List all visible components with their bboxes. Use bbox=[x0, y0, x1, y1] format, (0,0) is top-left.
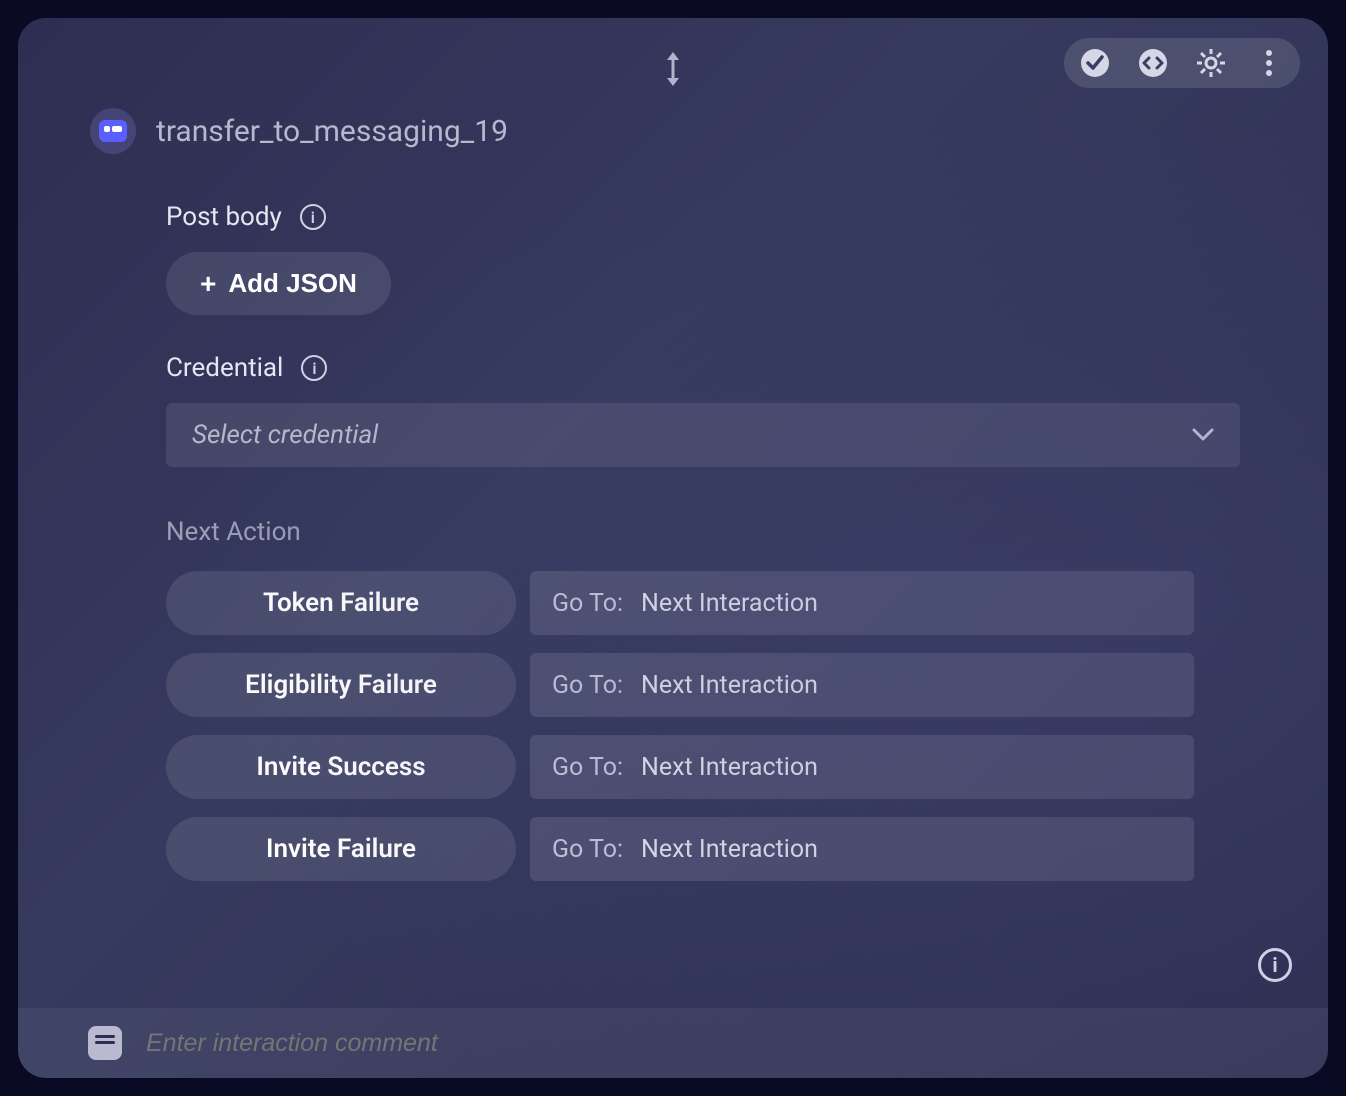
action-row: Invite Failure Go To: Next Interaction bbox=[166, 817, 1288, 881]
credential-select[interactable]: Select credential bbox=[166, 403, 1240, 467]
outcome-pill-invite-failure[interactable]: Invite Failure bbox=[166, 817, 516, 881]
add-json-button[interactable]: + Add JSON bbox=[166, 252, 391, 315]
info-icon[interactable]: i bbox=[1258, 948, 1292, 982]
credential-label-row: Credential i bbox=[166, 353, 1288, 383]
outcome-pill-invite-success[interactable]: Invite Success bbox=[166, 735, 516, 799]
goto-value: Next Interaction bbox=[641, 589, 818, 618]
panel-actions bbox=[1064, 38, 1300, 88]
action-row: Token Failure Go To: Next Interaction bbox=[166, 571, 1288, 635]
panel-body: Post body i + Add JSON Credential i Sele… bbox=[18, 154, 1328, 881]
outcome-pill-eligibility-failure[interactable]: Eligibility Failure bbox=[166, 653, 516, 717]
goto-value: Next Interaction bbox=[641, 835, 818, 864]
check-circle-icon[interactable] bbox=[1080, 48, 1110, 78]
comment-icon bbox=[88, 1026, 122, 1060]
goto-value: Next Interaction bbox=[641, 671, 818, 700]
panel-header: transfer_to_messaging_19 bbox=[18, 90, 1328, 154]
goto-select[interactable]: Go To: Next Interaction bbox=[530, 735, 1194, 799]
post-body-label: Post body bbox=[166, 202, 282, 232]
goto-label: Go To: bbox=[552, 835, 623, 864]
plus-icon: + bbox=[200, 270, 216, 298]
messaging-node-icon bbox=[90, 108, 136, 154]
code-circle-icon[interactable] bbox=[1138, 48, 1168, 78]
outcome-pill-token-failure[interactable]: Token Failure bbox=[166, 571, 516, 635]
goto-label: Go To: bbox=[552, 753, 623, 782]
comment-bar bbox=[18, 1008, 1328, 1078]
interaction-panel: transfer_to_messaging_19 Post body i + A… bbox=[18, 18, 1328, 1078]
next-action-heading: Next Action bbox=[166, 517, 1288, 547]
node-title: transfer_to_messaging_19 bbox=[156, 114, 508, 149]
action-row: Eligibility Failure Go To: Next Interact… bbox=[166, 653, 1288, 717]
goto-select[interactable]: Go To: Next Interaction bbox=[530, 653, 1194, 717]
add-json-button-label: Add JSON bbox=[228, 268, 357, 299]
credential-label: Credential bbox=[166, 353, 283, 383]
goto-select[interactable]: Go To: Next Interaction bbox=[530, 571, 1194, 635]
gear-icon[interactable] bbox=[1196, 48, 1226, 78]
comment-input[interactable] bbox=[146, 1029, 1328, 1058]
info-icon[interactable]: i bbox=[300, 204, 326, 230]
post-body-label-row: Post body i bbox=[166, 202, 1288, 232]
action-row: Invite Success Go To: Next Interaction bbox=[166, 735, 1288, 799]
info-icon[interactable]: i bbox=[301, 355, 327, 381]
kebab-menu-icon[interactable] bbox=[1254, 48, 1284, 78]
drag-handle-icon[interactable] bbox=[661, 50, 685, 88]
goto-label: Go To: bbox=[552, 589, 623, 618]
goto-select[interactable]: Go To: Next Interaction bbox=[530, 817, 1194, 881]
goto-value: Next Interaction bbox=[641, 753, 818, 782]
panel-top-bar bbox=[18, 18, 1328, 90]
credential-placeholder: Select credential bbox=[192, 420, 378, 450]
goto-label: Go To: bbox=[552, 671, 623, 700]
chevron-down-icon bbox=[1192, 428, 1214, 442]
